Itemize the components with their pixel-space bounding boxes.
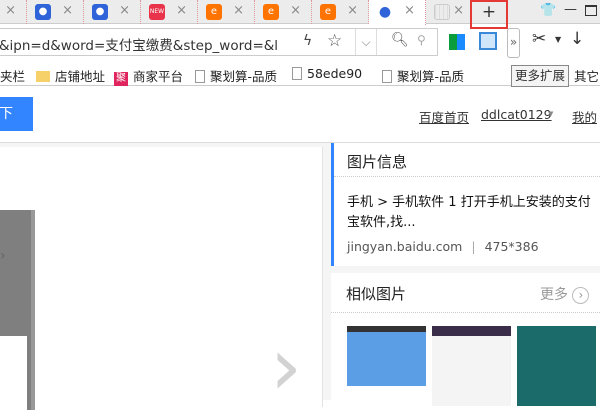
- source-domain[interactable]: jingyan.baidu.com: [347, 239, 462, 254]
- new-tab-button[interactable]: +: [470, 0, 508, 29]
- close-tab-icon[interactable]: ×: [119, 3, 130, 18]
- user-menu[interactable]: ddlcat0129: [481, 107, 552, 122]
- card-title: 图片信息: [347, 153, 408, 171]
- bookmarks-bar: 夹栏 店铺地址 聚商家平台 聚划算-品质 58ede90d 聚划算-品质 其它: [0, 62, 600, 86]
- tab[interactable]: ×: [0, 0, 27, 24]
- url-text[interactable]: &ipn=d&word=支付宝缴费&step_word=&l: [0, 34, 291, 54]
- caret-down-icon: ▼: [548, 110, 554, 118]
- bookmark[interactable]: 夹栏: [0, 66, 25, 85]
- tab-bar: × ● × ● × NEW × e × e × e × ● × × + 👕 —: [0, 0, 600, 29]
- tab[interactable]: NEW ×: [141, 0, 198, 24]
- skin-shirt-icon[interactable]: 👕: [540, 3, 556, 18]
- image-source: jingyan.baidu.com | 475*386: [347, 239, 539, 254]
- baidu-paw-icon: ●: [92, 4, 108, 20]
- grid-icon: [434, 4, 450, 20]
- page-icon: [292, 67, 302, 80]
- image-size: 475*386: [484, 239, 539, 254]
- bookmark[interactable]: 聚划算-品质: [382, 66, 470, 85]
- page-icon: [195, 70, 205, 83]
- lightning-icon[interactable]: ϟ: [303, 33, 312, 49]
- card-title: 相似图片: [346, 285, 407, 303]
- similar-image-thumb[interactable]: [347, 326, 426, 406]
- bookmark-label: 聚划算-品质: [210, 69, 278, 84]
- chevron-down-icon[interactable]: ▼: [555, 35, 561, 44]
- content-area: › › 图片信息 手机 > 手机软件 1 打开手机上安装的支付宝软件,找... …: [0, 142, 600, 416]
- tab[interactable]: e ×: [198, 0, 255, 24]
- scissors-icon[interactable]: ✂: [532, 29, 546, 49]
- search-button[interactable]: 下: [0, 97, 33, 131]
- image-description[interactable]: 手机 > 手机软件 1 打开手机上安装的支付宝软件,找...: [347, 193, 600, 233]
- image-info-card: 图片信息 手机 > 手机软件 1 打开手机上安装的支付宝软件,找... jing…: [331, 143, 600, 266]
- my-link[interactable]: 我的: [572, 107, 597, 126]
- page: 下 百度首页 ddlcat0129 ▼ 我的 › › 图片信息 手机 > 手机软…: [0, 87, 600, 416]
- similar-image-thumb[interactable]: [517, 326, 596, 406]
- alibaba-icon: e: [206, 4, 222, 20]
- bookmark[interactable]: 聚商家平台: [114, 66, 183, 86]
- image-viewer: › ›: [0, 147, 323, 416]
- bookmark-other[interactable]: 其它: [574, 66, 599, 85]
- baidu-paw-icon: ●: [35, 4, 51, 20]
- close-tab-icon[interactable]: ×: [62, 3, 73, 18]
- download-icon[interactable]: ↓: [570, 29, 584, 49]
- red-site-icon: NEW: [149, 4, 165, 20]
- page-icon: [382, 70, 392, 83]
- bookmark-label: 58ede90d: [307, 66, 362, 81]
- chevron-down-icon[interactable]: ⌵: [355, 29, 377, 55]
- juhuasuan-icon: 聚: [114, 72, 128, 86]
- image-content: [0, 336, 27, 416]
- more-label: 更多: [540, 287, 568, 303]
- close-tab-icon[interactable]: ×: [5, 3, 16, 18]
- close-tab-icon[interactable]: ×: [233, 3, 244, 18]
- bookmark[interactable]: 58ede90d: [292, 66, 362, 81]
- close-tab-icon[interactable]: ×: [453, 3, 464, 18]
- bookmark-label: 商家平台: [133, 69, 184, 84]
- alibaba-icon: e: [320, 4, 336, 20]
- tab[interactable]: ● ×: [84, 0, 141, 24]
- tab[interactable]: ● ×: [27, 0, 84, 24]
- similar-image-thumb[interactable]: [432, 326, 511, 406]
- tab[interactable]: e ×: [312, 0, 369, 24]
- minimize-icon[interactable]: —: [564, 2, 577, 17]
- bookmark[interactable]: 聚划算-品质: [195, 66, 285, 85]
- close-tab-icon[interactable]: ×: [290, 3, 301, 18]
- next-image-arrow[interactable]: ›: [270, 327, 302, 407]
- folder-icon: [36, 71, 50, 82]
- tab-active[interactable]: ● ×: [369, 0, 426, 25]
- url-field[interactable]: &ipn=d&word=支付宝缴费&step_word=&l ϟ ☆ ⌵ 🔍︎ …: [0, 28, 438, 56]
- apps-icon[interactable]: [449, 34, 465, 50]
- search-engine-icon[interactable]: ⚲: [417, 33, 426, 47]
- baidu-home-link[interactable]: 百度首页: [419, 107, 469, 126]
- close-tab-icon[interactable]: ×: [347, 3, 358, 18]
- extension-icon[interactable]: [479, 32, 497, 50]
- close-tab-icon[interactable]: ×: [404, 3, 415, 18]
- alibaba-icon: e: [263, 4, 279, 20]
- address-toolbar: &ipn=d&word=支付宝缴费&step_word=&l ϟ ☆ ⌵ 🔍︎ …: [0, 25, 600, 62]
- chevron-right-icon: ›: [572, 287, 590, 304]
- more-extensions-button[interactable]: »: [507, 28, 520, 58]
- close-tab-icon[interactable]: ×: [176, 3, 187, 18]
- similar-images-card: 相似图片 更多 ›: [331, 273, 600, 406]
- chevron-right-icon: ›: [0, 248, 6, 264]
- bookmark-folder[interactable]: 店铺地址: [36, 66, 105, 85]
- tooltip: 更多扩展: [511, 65, 569, 87]
- bookmark-label: 聚划算-品质: [397, 69, 465, 84]
- more-link[interactable]: 更多 ›: [540, 284, 590, 304]
- search-icon[interactable]: 🔍︎: [391, 32, 409, 48]
- star-icon[interactable]: ☆: [327, 31, 342, 51]
- baidu-paw-icon: ●: [377, 4, 393, 20]
- bookmark-label: 店铺地址: [55, 69, 106, 84]
- tab[interactable]: e ×: [255, 0, 312, 24]
- tab[interactable]: ×: [426, 0, 468, 24]
- maximize-icon[interactable]: [585, 5, 597, 16]
- preview-image: ›: [0, 210, 35, 416]
